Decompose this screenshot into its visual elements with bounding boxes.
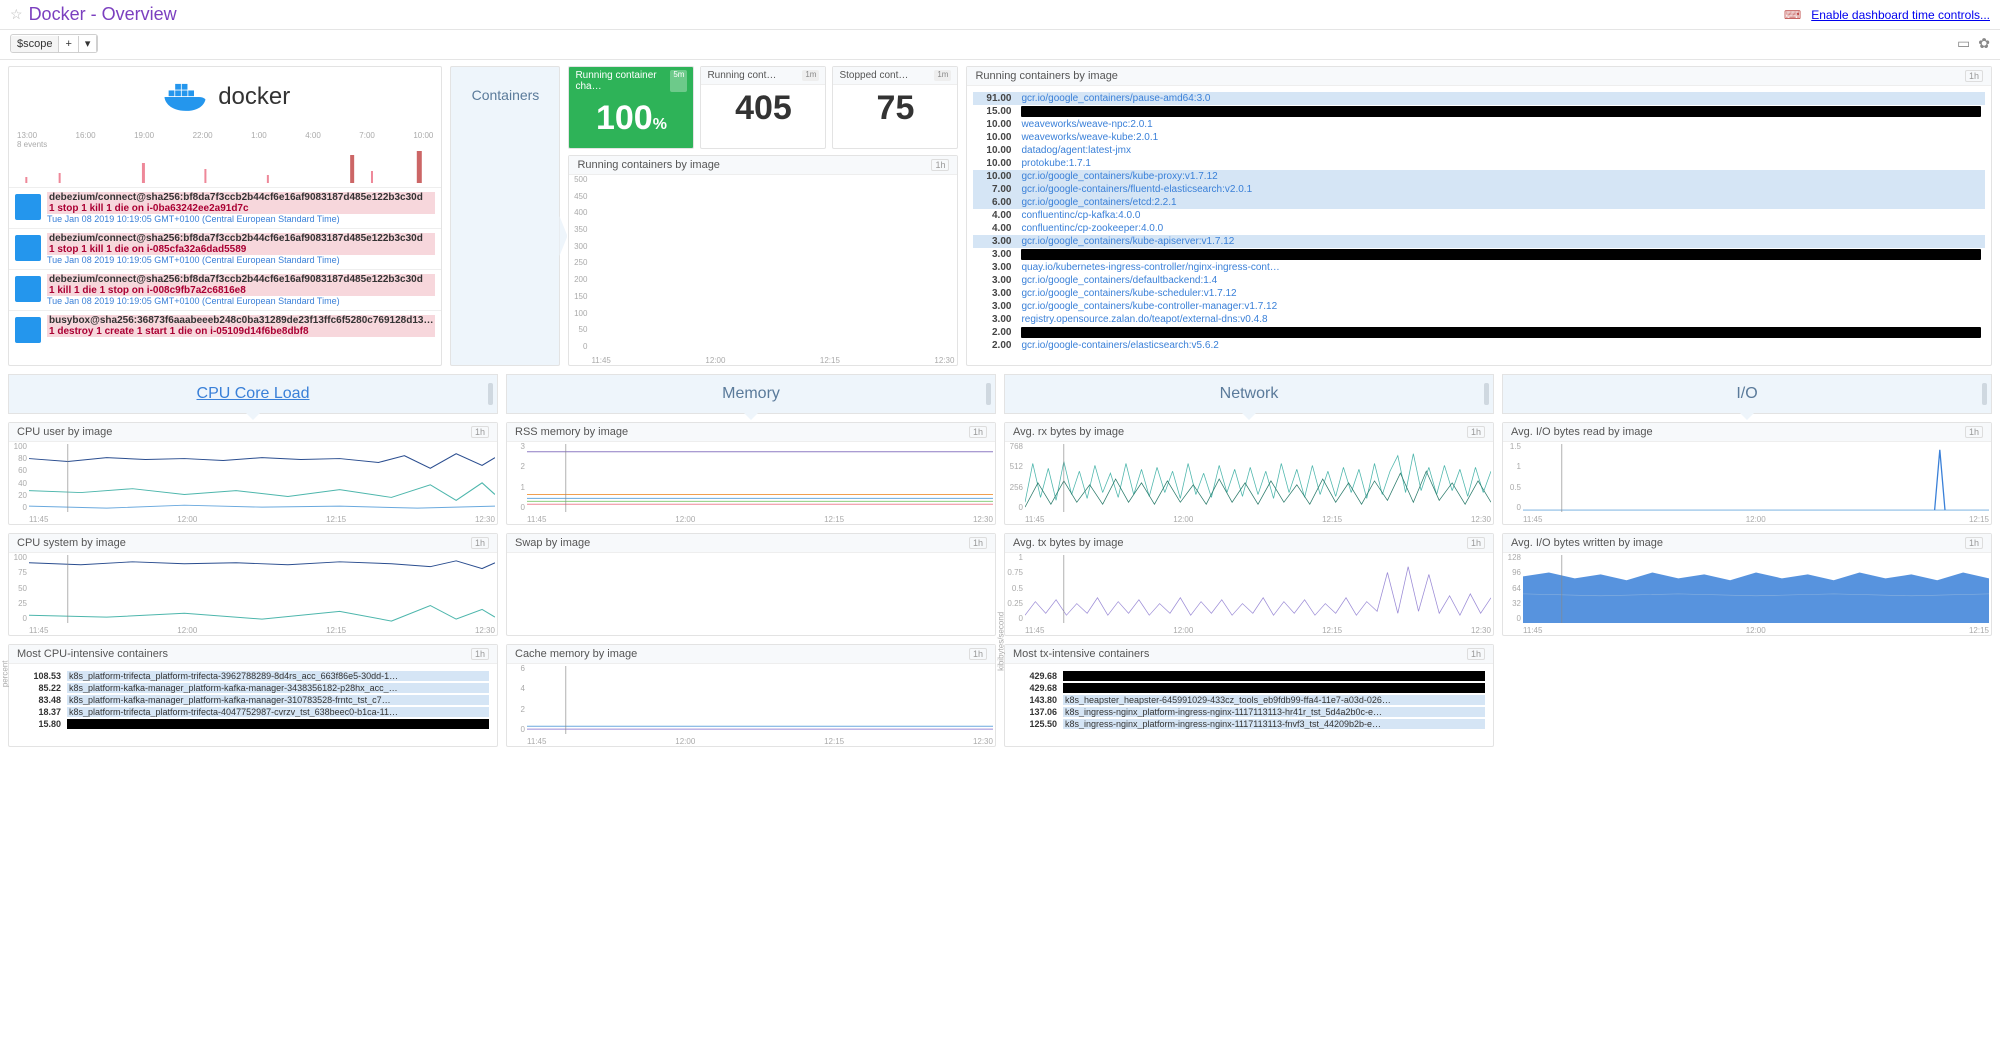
keyboard-icon[interactable]: ⌨ <box>1784 8 1801 22</box>
io-write-chart[interactable]: Avg. I/O bytes written by image1h 128966… <box>1502 533 1992 636</box>
events-list: debezium/connect@sha256:bf8da7f3ccb2b44c… <box>9 187 441 365</box>
image-row[interactable]: 3.00registry.opensource.zalan.do/teapot/… <box>973 313 1985 326</box>
rx-bytes-chart[interactable]: Avg. rx bytes by image1h 7685122560 11:4… <box>1004 422 1494 525</box>
docker-logo-text: docker <box>218 83 290 111</box>
swap-chart[interactable]: Swap by image1h <box>506 533 996 636</box>
image-row[interactable]: 2.00gcr.io/google-containers/elasticsear… <box>973 339 1985 352</box>
table-row[interactable]: 18.37k8s_platform-trifecta_platform-trif… <box>15 706 491 718</box>
containers-heading: Containers <box>450 66 560 366</box>
line-chart <box>527 666 993 734</box>
table-row[interactable]: 429.68redacted <box>1011 670 1487 682</box>
io-read-chart[interactable]: Avg. I/O bytes read by image1h 1.510.50 … <box>1502 422 1992 525</box>
line-chart <box>1523 444 1989 512</box>
docker-event-icon <box>15 194 41 220</box>
table-row[interactable]: 108.53k8s_platform-trifecta_platform-tri… <box>15 670 491 682</box>
enable-time-controls-link[interactable]: Enable dashboard time controls... <box>1811 8 1990 22</box>
image-row[interactable]: 4.00confluentinc/cp-kafka:4.0.0 <box>973 209 1985 222</box>
scope-dropdown-button[interactable]: ▾ <box>79 35 98 52</box>
table-row[interactable]: 143.80k8s_heapster_heapster-645991029-43… <box>1011 694 1487 706</box>
table-row[interactable]: 125.50k8s_ingress-nginx_platform-ingress… <box>1011 718 1487 730</box>
table-row[interactable]: 429.68redacted <box>1011 682 1487 694</box>
cpu-system-chart[interactable]: CPU system by image1h 1007550250 11:4512… <box>8 533 498 636</box>
image-row[interactable]: 3.00gcr.io/google_containers/kube-schedu… <box>973 287 1985 300</box>
favorite-star-icon[interactable]: ☆ <box>10 6 23 23</box>
image-row[interactable]: 10.00gcr.io/google_containers/kube-proxy… <box>973 170 1985 183</box>
docker-logo: docker <box>9 67 441 127</box>
docker-event-icon <box>15 235 41 261</box>
event-row[interactable]: debezium/connect@sha256:bf8da7f3ccb2b44c… <box>9 187 441 228</box>
table-row[interactable]: 15.80redacted <box>15 718 491 730</box>
page-title: Docker - Overview <box>29 4 177 25</box>
table-row[interactable]: 85.22k8s_platform-kafka-manager_platform… <box>15 682 491 694</box>
scope-plus-button[interactable]: + <box>59 36 78 52</box>
image-row[interactable]: 6.00gcr.io/google_containers/etcd:2.2.1 <box>973 196 1985 209</box>
docker-events-panel: docker 13:0016:0019:0022:001:004:007:001… <box>8 66 442 366</box>
image-row[interactable]: 7.00gcr.io/google-containers/fluentd-ela… <box>973 183 1985 196</box>
tv-mode-icon[interactable]: ▭ <box>1957 35 1970 52</box>
table-row[interactable]: 137.06k8s_ingress-nginx_platform-ingress… <box>1011 706 1487 718</box>
image-row[interactable]: 3.00redacted <box>973 248 1985 261</box>
event-row[interactable]: debezium/connect@sha256:bf8da7f3ccb2b44c… <box>9 228 441 269</box>
arrow-notch-icon <box>559 216 567 256</box>
image-row[interactable]: 10.00datadog/agent:latest-jmx <box>973 144 1985 157</box>
docker-event-icon <box>15 317 41 343</box>
topbar: ☆ Docker - Overview ⌨ Enable dashboard t… <box>0 0 2000 30</box>
empty-cell <box>1502 644 1992 747</box>
running-by-image-list[interactable]: Running containers by image1h 91.00gcr.i… <box>966 66 1992 366</box>
rss-memory-chart[interactable]: RSS memory by image1h 3210 11:4512:0012:… <box>506 422 996 525</box>
settings-gear-icon[interactable]: ✿ <box>1978 35 1990 52</box>
image-row[interactable]: 3.00gcr.io/google_containers/defaultback… <box>973 274 1985 287</box>
scope-variable[interactable]: $scope + ▾ <box>10 34 98 53</box>
tab-memory[interactable]: Memory <box>506 374 996 414</box>
subbar: $scope + ▾ ▭ ✿ <box>0 30 2000 60</box>
area-chart <box>1523 555 1989 623</box>
running-by-image-chart[interactable]: Running containers by image1h 5004504003… <box>568 155 958 366</box>
event-row[interactable]: busybox@sha256:36873f6aaabeeeb248c0ba312… <box>9 310 441 347</box>
image-row[interactable]: 10.00weaveworks/weave-kube:2.0.1 <box>973 131 1985 144</box>
scope-label: $scope <box>11 36 59 52</box>
event-count-label: 8 events <box>17 140 433 149</box>
docker-event-icon <box>15 276 41 302</box>
section-tabs: CPU Core Load Memory Network I/O <box>8 374 1992 414</box>
image-row[interactable]: 15.00redacted <box>973 105 1985 118</box>
stat-running-changed[interactable]: Running container cha…5m 100% <box>568 66 694 149</box>
image-row[interactable]: 3.00gcr.io/google_containers/kube-contro… <box>973 300 1985 313</box>
docker-whale-icon <box>160 79 210 115</box>
image-row[interactable]: 10.00weaveworks/weave-npc:2.0.1 <box>973 118 1985 131</box>
tab-cpu-core-load[interactable]: CPU Core Load <box>8 374 498 414</box>
line-chart <box>29 555 495 623</box>
tx-bytes-chart[interactable]: Avg. tx bytes by image1h 10.750.50.250 1… <box>1004 533 1494 636</box>
line-chart <box>527 444 993 512</box>
cpu-user-chart[interactable]: CPU user by image1h 100806040200 11:4512… <box>8 422 498 525</box>
image-row[interactable]: 3.00gcr.io/google_containers/kube-apiser… <box>973 235 1985 248</box>
line-chart <box>1025 555 1491 623</box>
image-row[interactable]: 10.00protokube:1.7.1 <box>973 157 1985 170</box>
line-chart <box>1025 444 1491 512</box>
tab-i-o[interactable]: I/O <box>1502 374 1992 414</box>
tx-top-containers[interactable]: Most tx-intensive containers1h kibibytes… <box>1004 644 1494 747</box>
tab-network[interactable]: Network <box>1004 374 1494 414</box>
stat-stopped-containers[interactable]: Stopped cont…1m 75 <box>832 66 958 149</box>
event-row[interactable]: debezium/connect@sha256:bf8da7f3ccb2b44c… <box>9 269 441 310</box>
sparkline-bars <box>17 149 433 185</box>
image-row[interactable]: 3.00quay.io/kubernetes-ingress-controlle… <box>973 261 1985 274</box>
stat-running-containers[interactable]: Running cont…1m 405 <box>700 66 826 149</box>
image-row[interactable]: 91.00gcr.io/google_containers/pause-amd6… <box>973 92 1985 105</box>
image-row[interactable]: 2.00redacted <box>973 326 1985 339</box>
table-row[interactable]: 83.48k8s_platform-kafka-manager_platform… <box>15 694 491 706</box>
event-sparkline[interactable]: 13:0016:0019:0022:001:004:007:0010:00 8 … <box>9 127 441 187</box>
cache-memory-chart[interactable]: Cache memory by image1h 6420 11:4512:001… <box>506 644 996 747</box>
cpu-top-containers[interactable]: Most CPU-intensive containers1h percent … <box>8 644 498 747</box>
line-chart <box>29 444 495 512</box>
image-row[interactable]: 4.00confluentinc/cp-zookeeper:4.0.0 <box>973 222 1985 235</box>
